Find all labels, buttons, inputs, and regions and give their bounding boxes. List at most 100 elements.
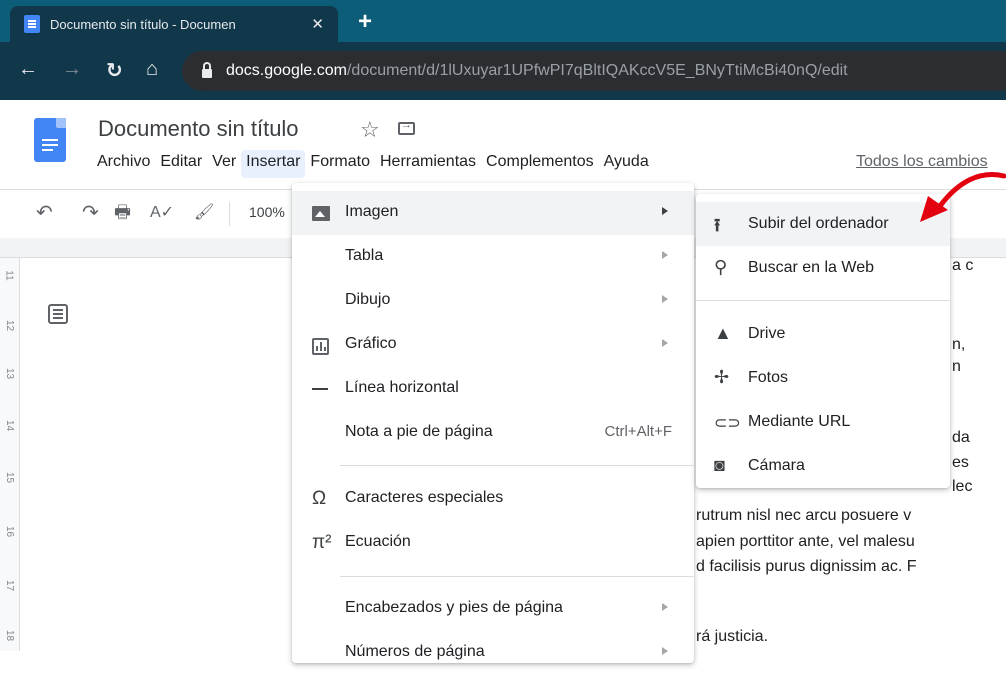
insert-menu: Imagen Tabla Dibujo Gráfico Línea horizo… [292,183,694,663]
print-icon[interactable]: 🖶 [114,200,131,230]
ruler-mark: 12 [4,319,16,332]
image-submenu: ⭱ Subir del ordenador ⚲ Buscar en la Web… [696,194,950,488]
submenu-arrow-icon [662,207,668,215]
upload-icon: ⭱ [714,215,721,235]
ruler-mark: 17 [4,579,16,592]
menu-item-tabla[interactable]: Tabla [292,235,694,279]
tab-title: Documento sin título - Documen [50,16,236,32]
menu-item-ecuacion[interactable]: π² Ecuación [292,521,694,565]
body-text-line: lec [952,478,973,495]
submenu-item-label: Subir del ordenador [748,215,889,232]
menu-item-numeros-pagina[interactable]: Números de página [292,631,694,675]
submenu-item-drive[interactable]: ▲ Drive [696,312,950,356]
move-to-folder-icon[interactable] [398,119,415,135]
camera-icon: ◙ [714,455,725,475]
submenu-divider [696,300,950,301]
search-icon: ⚲ [714,257,728,277]
lock-icon [202,61,212,78]
menu-item-imagen[interactable]: Imagen [292,191,694,235]
menu-item-label: Tabla [345,247,384,264]
star-icon[interactable]: ☆ [360,117,380,143]
annotation-arrow [920,172,1006,222]
url-host: docs.google.com [226,62,347,79]
submenu-arrow-icon [662,647,668,655]
submenu-item-label: Fotos [748,369,789,386]
vertical-ruler: 11 12 13 14 15 16 17 18 [0,258,20,651]
body-text-line: rá justicia. [696,628,769,645]
menu-ayuda[interactable]: Ayuda [599,150,654,178]
close-tab-icon[interactable]: ✕ [311,15,324,33]
ruler-mark: 14 [4,419,16,432]
browser-address-bar: ← → ↻ ⌂ docs.google.com/document/d/1lUxu… [0,42,1006,100]
submenu-item-label: Mediante URL [748,413,851,430]
body-text-line: n [952,358,961,375]
browser-tab[interactable]: Documento sin título - Documen ✕ [10,6,338,42]
ruler-mark: 18 [4,629,16,642]
menu-item-label: Caracteres especiales [345,489,504,506]
menu-item-label: Imagen [345,203,399,220]
menu-formato[interactable]: Formato [305,150,375,178]
photos-icon: ✢ [714,367,730,387]
submenu-arrow-icon [662,295,668,303]
menu-item-nota-pie[interactable]: Nota a pie de página Ctrl+Alt+F [292,411,694,455]
submenu-arrow-icon [662,339,668,347]
menu-item-label: Ecuación [345,533,411,550]
browser-tab-bar: Documento sin título - Documen ✕ + [0,0,1006,42]
submenu-arrow-icon [662,603,668,611]
document-outline-icon[interactable] [48,304,68,324]
link-icon: ⊂⊃ [714,415,741,432]
submenu-item-camara[interactable]: ◙ Cámara [696,444,950,488]
menu-item-label: Nota a pie de página [345,423,493,440]
submenu-item-buscar-web[interactable]: ⚲ Buscar en la Web [696,246,950,290]
spellcheck-icon[interactable]: A✓ [150,202,174,222]
body-text-line: a c [952,257,974,274]
forward-arrow-icon[interactable]: → [62,58,82,81]
docs-favicon-icon [24,15,40,33]
body-text-line: n, [952,336,966,353]
back-arrow-icon[interactable]: ← [18,58,38,81]
body-text-line: apien porttitor ante, vel malesu [696,533,915,550]
docs-logo-icon[interactable] [34,118,66,162]
reload-icon[interactable]: ↻ [106,58,123,83]
body-text-line: es [952,454,969,471]
menu-divider [340,465,694,466]
body-text-line: rutrum nisl nec arcu posuere v [696,507,912,524]
menu-item-dibujo[interactable]: Dibujo [292,279,694,323]
zoom-select[interactable]: 100% [249,204,285,220]
menu-item-linea-horizontal[interactable]: Línea horizontal [292,367,694,411]
document-title[interactable]: Documento sin título [98,116,299,142]
paint-format-icon[interactable]: 🖌 [194,202,214,222]
menu-item-label: Línea horizontal [345,379,459,396]
menu-item-caracteres-especiales[interactable]: Ω Caracteres especiales [292,477,694,521]
new-tab-button[interactable]: + [358,8,372,36]
horizontal-line-icon [312,388,328,390]
ruler-mark: 15 [4,471,16,484]
undo-icon[interactable]: ↶ [36,200,53,225]
submenu-arrow-icon [662,251,668,259]
menu-herramientas[interactable]: Herramientas [375,150,481,178]
submenu-item-label: Drive [748,325,786,342]
menu-item-label: Encabezados y pies de página [345,599,563,616]
submenu-item-label: Cámara [748,457,805,474]
toolbar-divider [229,202,230,226]
menu-item-grafico[interactable]: Gráfico [292,323,694,367]
menu-item-label: Números de página [345,643,485,660]
menu-archivo[interactable]: Archivo [92,150,155,178]
url-input[interactable]: docs.google.com/document/d/1lUxuyar1UPfw… [182,51,1006,91]
chart-icon [312,338,329,355]
menu-insertar[interactable]: Insertar [241,150,306,178]
menu-ver[interactable]: Ver [207,150,241,178]
menu-item-label: Dibujo [345,291,391,308]
menu-item-encabezados[interactable]: Encabezados y pies de página [292,587,694,631]
url-path: /document/d/1lUxuyar1UPfwPI7qBltIQAKccV5… [346,62,848,79]
submenu-item-mediante-url[interactable]: ⊂⊃ Mediante URL [696,400,950,444]
redo-icon[interactable]: ↷ [82,200,99,225]
submenu-item-fotos[interactable]: ✢ Fotos [696,356,950,400]
menu-editar[interactable]: Editar [155,150,207,178]
body-text-line: d facilisis purus dignissim ac. F [696,558,917,575]
image-icon [312,206,330,221]
menu-complementos[interactable]: Complementos [481,150,599,178]
home-icon[interactable]: ⌂ [146,58,158,81]
menu-divider [340,576,694,577]
ruler-mark: 16 [4,525,16,538]
